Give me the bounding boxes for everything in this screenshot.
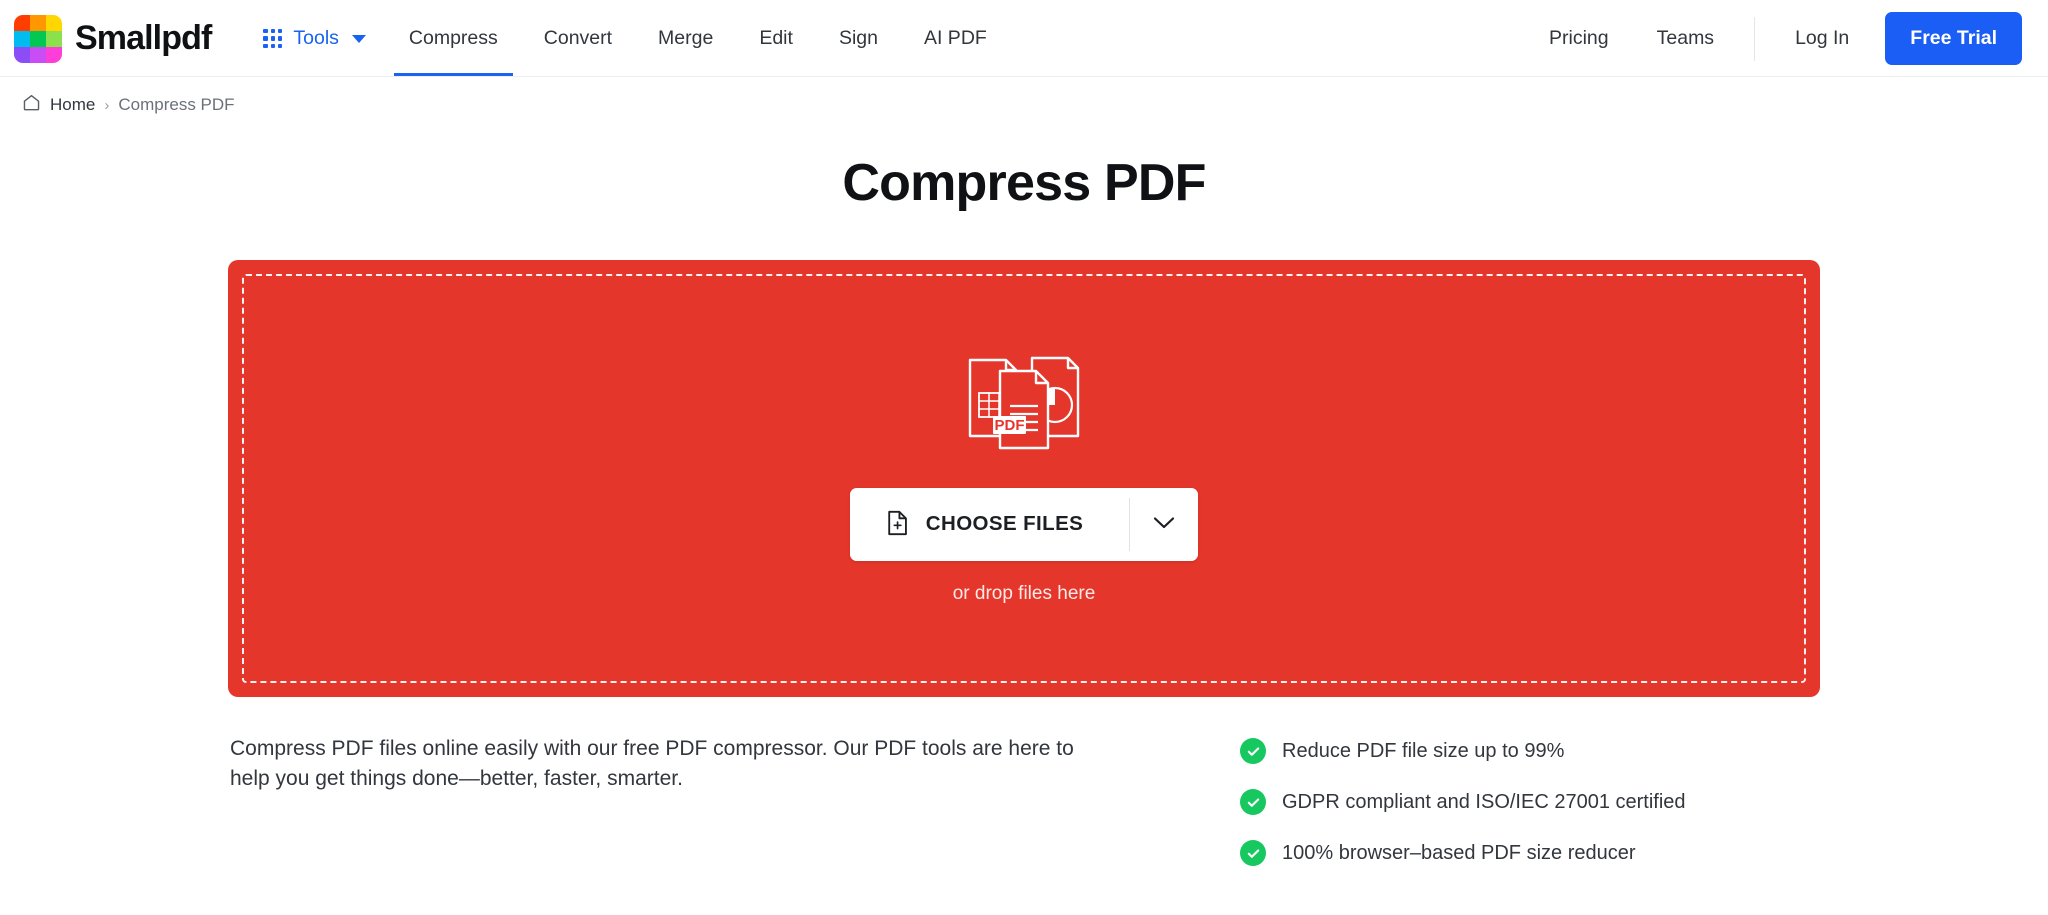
breadcrumb-separator: › [104, 96, 110, 114]
brand-logo-link[interactable]: Smallpdf [14, 14, 212, 63]
login-link[interactable]: Log In [1771, 0, 1873, 77]
nav-item-teams[interactable]: Teams [1633, 0, 1738, 77]
feature-label: GDPR compliant and ISO/IEC 27001 certifi… [1282, 790, 1686, 813]
logo-cell [46, 30, 62, 47]
logo-cell [14, 30, 30, 47]
choose-files-button[interactable]: CHOOSE FILES [849, 487, 1130, 561]
nav-item-compress[interactable]: Compress [386, 0, 521, 77]
choose-files-label: CHOOSE FILES [925, 512, 1084, 535]
nav-item-label: Sign [838, 27, 878, 49]
chevron-down-icon [351, 34, 366, 43]
brand-name: Smallpdf [75, 19, 212, 57]
bottom-section: Compress PDF files online easily with ou… [228, 734, 1820, 866]
chevron-down-icon [1153, 516, 1175, 533]
logo-cell [14, 14, 30, 31]
breadcrumb-current: Compress PDF [118, 95, 235, 114]
pdf-documents-icon: PDF [960, 353, 1088, 458]
nav-divider [1754, 16, 1756, 61]
logo-cell [46, 14, 62, 31]
free-trial-button[interactable]: Free Trial [1885, 12, 2022, 65]
nav-item-label: Merge [658, 27, 714, 49]
nav-item-label: Pricing [1549, 27, 1609, 49]
tool-description: Compress PDF files online easily with ou… [230, 737, 1074, 791]
nav-item-label: Edit [759, 27, 793, 49]
home-icon [22, 93, 41, 117]
choose-files-dropdown-button[interactable] [1130, 487, 1199, 561]
smallpdf-logo-icon [14, 14, 62, 63]
feature-item: GDPR compliant and ISO/IEC 27001 certifi… [1240, 789, 1820, 815]
top-navbar: Smallpdf Tools Compress Convert Merge Ed… [0, 0, 2048, 77]
nav-item-label: Teams [1656, 27, 1715, 49]
feature-item: 100% browser–based PDF size reducer [1240, 840, 1820, 866]
logo-cell [30, 46, 46, 63]
nav-item-edit[interactable]: Edit [736, 0, 816, 77]
feature-list: Reduce PDF file size up to 99% GDPR comp… [1240, 734, 1820, 866]
check-circle-icon [1240, 840, 1266, 866]
dropzone-dashed-border [242, 274, 1806, 683]
logo-cell [30, 14, 46, 31]
nav-item-label: Compress [408, 27, 498, 49]
primary-nav: Tools Compress Convert Merge Edit Sign A… [251, 0, 1009, 77]
document-add-icon [886, 510, 911, 539]
nav-tools-label: Tools [293, 27, 339, 49]
feature-label: Reduce PDF file size up to 99% [1282, 739, 1565, 762]
breadcrumb-home[interactable]: Home [50, 95, 95, 115]
nav-item-sign[interactable]: Sign [816, 0, 901, 77]
login-label: Log In [1795, 27, 1850, 49]
logo-cell [46, 46, 62, 63]
nav-item-label: AI PDF [923, 27, 987, 49]
breadcrumb: Home › Compress PDF [0, 77, 2048, 117]
nav-item-ai-pdf[interactable]: AI PDF [901, 0, 1010, 77]
dropzone-container: PDF CHOOSE FILES or drop files here [228, 260, 1820, 697]
check-circle-icon [1240, 738, 1266, 764]
nav-item-pricing[interactable]: Pricing [1525, 0, 1633, 77]
check-circle-icon [1240, 789, 1266, 815]
pdf-badge-text: PDF [995, 417, 1025, 434]
nav-item-label: Convert [543, 27, 613, 49]
logo-cell [14, 46, 30, 63]
secondary-nav: Pricing Teams Log In Free Trial [1525, 0, 2022, 77]
file-dropzone[interactable]: PDF CHOOSE FILES or drop files here [228, 260, 1820, 697]
logo-cell [30, 30, 46, 47]
nav-tools-menu[interactable]: Tools [251, 0, 386, 77]
feature-label: 100% browser–based PDF size reducer [1282, 841, 1636, 864]
nav-item-convert[interactable]: Convert [521, 0, 635, 77]
drop-files-hint: or drop files here [952, 582, 1096, 604]
choose-files-group: CHOOSE FILES [849, 487, 1199, 561]
feature-item: Reduce PDF file size up to 99% [1240, 738, 1820, 764]
grid-dots-icon [263, 29, 283, 48]
page-title: Compress PDF [842, 154, 1206, 212]
nav-item-merge[interactable]: Merge [635, 0, 736, 77]
